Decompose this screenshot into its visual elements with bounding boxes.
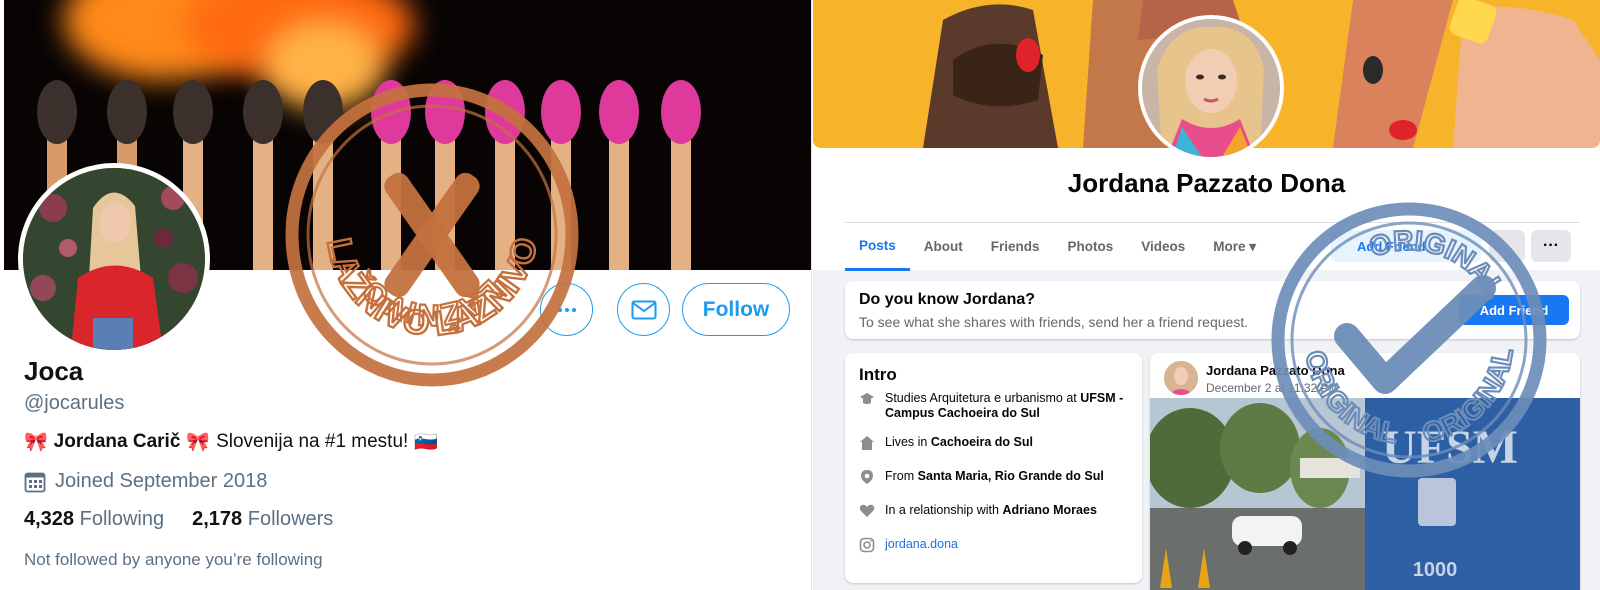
- fake-stamp: LAŽNIVO LAŽNIVO LAŽNIVO: [285, 83, 579, 387]
- intro-from: From Santa Maria, Rio Grande do Sul: [859, 469, 1131, 485]
- bio-name: Jordana Carič: [53, 431, 181, 452]
- tab-posts[interactable]: Posts: [845, 223, 910, 271]
- tab-videos[interactable]: Videos: [1127, 223, 1199, 271]
- home-icon: [860, 436, 874, 450]
- location-pin-icon: [861, 470, 873, 484]
- ribbon-emoji: 🎀: [186, 432, 211, 453]
- joined-text: Joined September 2018: [55, 470, 268, 492]
- follow-stats: 4,328 Following 2,178 Followers: [24, 508, 333, 531]
- heart-icon: [859, 504, 875, 517]
- ribbon-emoji: 🎀: [24, 432, 48, 453]
- followers-label: Followers: [247, 508, 334, 530]
- intro-title: Intro: [859, 365, 897, 384]
- instagram-link[interactable]: jordana.dona: [885, 537, 958, 553]
- tab-more[interactable]: More ▾: [1199, 223, 1270, 271]
- intro-from-text: From: [885, 469, 915, 483]
- stamp-text-top: ORIGINAL: [1357, 205, 1522, 310]
- intro-instagram: jordana.dona: [859, 537, 1131, 553]
- profile-name: Jordana Pazzato Dona: [1067, 168, 1346, 198]
- intro-hometown-link[interactable]: Santa Maria, Rio Grande do Sul: [918, 469, 1104, 483]
- following-label: Following: [79, 508, 165, 530]
- prompt-subtitle: To see what she shares with friends, sen…: [859, 314, 1249, 330]
- instagram-icon: [859, 537, 875, 553]
- intro-card: Intro Studies Arquitetura e urbanismo at…: [845, 353, 1142, 583]
- follow-button[interactable]: Follow: [682, 283, 790, 336]
- intro-relationship-text: In a relationship with: [885, 503, 999, 517]
- twitter-profile-screenshot: Follow Joca @jocarules 🎀 Jordana Carič 🎀…: [0, 0, 812, 590]
- followers-link[interactable]: 2,178 Followers: [192, 508, 333, 531]
- tab-photos[interactable]: Photos: [1054, 223, 1128, 271]
- intro-lives: Lives in Cachoeira do Sul: [859, 435, 1131, 451]
- intro-relationship: In a relationship with Adriano Moraes: [859, 503, 1131, 519]
- sign-number: 1000: [1413, 559, 1458, 581]
- intro-studies-text: Studies Arquitetura e urbanismo at: [885, 391, 1077, 405]
- mail-icon: [631, 300, 656, 319]
- display-name: Joca: [24, 356, 84, 386]
- post-author-avatar[interactable]: [1164, 361, 1198, 395]
- burnt-match-head: [37, 80, 77, 144]
- not-followed-note: Not followed by anyone you’re following: [24, 550, 323, 569]
- intro-partner-link[interactable]: Adriano Moraes: [1002, 503, 1096, 517]
- slovenia-flag-emoji: 🇸🇮: [414, 432, 438, 453]
- burnt-match-head: [173, 80, 213, 144]
- message-button[interactable]: [617, 283, 670, 336]
- profile-picture[interactable]: [1138, 15, 1284, 161]
- username-handle: @jocarules: [24, 392, 125, 414]
- original-stamp: ORIGINAL ORIGINAL ORIGINAL: [1271, 202, 1547, 478]
- joined-date: Joined September 2018: [24, 470, 267, 493]
- bio: 🎀 Jordana Carič 🎀 Slovenija na #1 mestu!…: [24, 430, 438, 454]
- following-count: 4,328: [24, 508, 75, 530]
- calendar-icon: [24, 472, 46, 492]
- avatar[interactable]: [18, 163, 210, 355]
- bio-text: Slovenija na #1 mestu!: [216, 431, 409, 452]
- burnt-match-head: [107, 80, 147, 144]
- tab-friends[interactable]: Friends: [977, 223, 1054, 271]
- prompt-title: Do you know Jordana?: [859, 291, 1036, 308]
- burnt-match-head: [243, 80, 283, 144]
- facebook-profile-screenshot: Jordana Pazzato Dona Posts About Friends…: [813, 0, 1600, 590]
- intro-lives-text: Lives in: [885, 435, 928, 449]
- graduation-cap-icon: [860, 393, 874, 404]
- match-head: [661, 80, 701, 144]
- tab-about[interactable]: About: [910, 223, 977, 271]
- match-head: [599, 80, 639, 144]
- intro-city-link[interactable]: Cachoeira do Sul: [931, 435, 1033, 449]
- following-link[interactable]: 4,328 Following: [24, 508, 164, 531]
- intro-studies: Studies Arquitetura e urbanismo at UFSM …: [859, 391, 1131, 421]
- followers-count: 2,178: [192, 508, 243, 530]
